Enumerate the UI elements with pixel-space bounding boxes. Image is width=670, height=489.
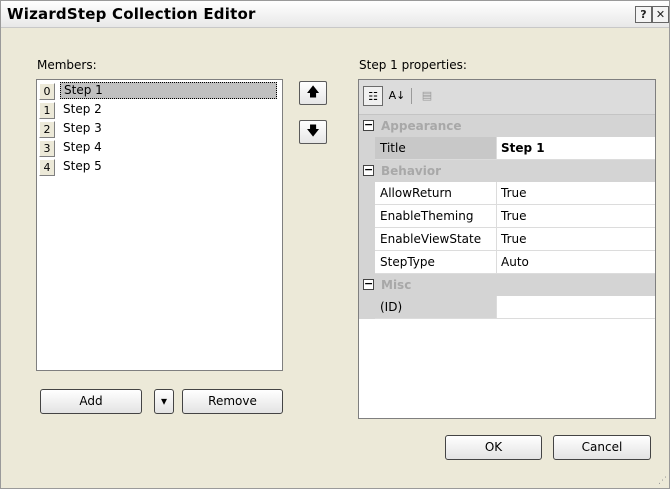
- list-item[interactable]: 0 Step 1: [39, 82, 279, 100]
- category-label: Appearance: [381, 119, 462, 133]
- property-row-enableviewstate[interactable]: EnableViewState True: [359, 228, 655, 251]
- property-value[interactable]: True: [498, 182, 655, 204]
- property-row-enabletheming[interactable]: EnableTheming True: [359, 205, 655, 228]
- ok-button[interactable]: OK: [445, 435, 542, 460]
- list-item-label: Step 2: [63, 102, 102, 116]
- property-row-title[interactable]: Title Step 1: [359, 137, 655, 160]
- category-appearance[interactable]: − Appearance: [359, 115, 655, 137]
- category-label: Behavior: [381, 164, 442, 178]
- toolbar-separator: [411, 88, 412, 104]
- list-item[interactable]: 4 Step 5: [39, 158, 279, 176]
- collapse-icon[interactable]: −: [363, 119, 374, 131]
- list-item[interactable]: 1 Step 2: [39, 101, 279, 119]
- property-pages-icon[interactable]: ▤: [417, 86, 437, 106]
- list-item-index: 3: [39, 140, 55, 157]
- property-name: StepType: [375, 251, 497, 273]
- property-name: EnableViewState: [375, 228, 497, 250]
- list-item-index: 0: [39, 83, 55, 100]
- list-item-label: Step 1: [60, 82, 277, 99]
- categorized-icon[interactable]: ☷: [363, 86, 383, 106]
- property-grid-toolbar: ☷ A↓ ▤: [359, 80, 655, 115]
- property-value[interactable]: True: [498, 228, 655, 250]
- properties-label: Step 1 properties:: [359, 58, 467, 72]
- category-misc[interactable]: − Misc: [359, 274, 655, 296]
- title-bar: WizardStep Collection Editor ? ✕: [1, 1, 669, 28]
- property-row-steptype[interactable]: StepType Auto: [359, 251, 655, 274]
- list-item[interactable]: 2 Step 3: [39, 120, 279, 138]
- add-button[interactable]: Add: [40, 389, 142, 414]
- arrow-up-icon: 🡅: [306, 85, 320, 100]
- chevron-down-icon: ▾: [160, 394, 168, 408]
- property-name: EnableTheming: [375, 205, 497, 227]
- property-value[interactable]: Auto: [498, 251, 655, 273]
- category-behavior[interactable]: − Behavior: [359, 160, 655, 182]
- cancel-button[interactable]: Cancel: [553, 435, 651, 460]
- alphabetical-icon[interactable]: A↓: [387, 86, 407, 106]
- list-item-label: Step 5: [63, 159, 102, 173]
- move-down-button[interactable]: 🡇: [299, 120, 327, 144]
- collapse-icon[interactable]: −: [363, 164, 374, 176]
- property-name: AllowReturn: [375, 182, 497, 204]
- collection-editor-dialog: WizardStep Collection Editor ? ✕ Members…: [0, 0, 670, 489]
- add-dropdown-button[interactable]: ▾: [154, 389, 174, 414]
- list-item-label: Step 3: [63, 121, 102, 135]
- property-grid[interactable]: ☷ A↓ ▤ − Appearance Title Step 1 − Behav…: [358, 79, 656, 419]
- arrow-down-icon: 🡇: [306, 124, 320, 139]
- list-item-index: 1: [39, 102, 55, 119]
- move-up-button[interactable]: 🡅: [299, 81, 327, 105]
- list-item-index: 2: [39, 121, 55, 138]
- property-row-allowreturn[interactable]: AllowReturn True: [359, 182, 655, 205]
- resize-grip-icon[interactable]: ⋰: [658, 476, 667, 486]
- property-value[interactable]: Step 1: [498, 137, 655, 159]
- category-label: Misc: [381, 278, 412, 292]
- list-item-index: 4: [39, 159, 55, 176]
- list-item-label: Step 4: [63, 140, 102, 154]
- members-list[interactable]: 0 Step 1 1 Step 2 2 Step 3 3 Step 4 4 St…: [36, 79, 283, 371]
- collapse-icon[interactable]: −: [363, 278, 374, 290]
- property-value[interactable]: True: [498, 205, 655, 227]
- property-name: Title: [375, 137, 497, 159]
- property-value[interactable]: [498, 296, 655, 318]
- property-name: (ID): [375, 296, 497, 318]
- property-row-id[interactable]: (ID): [359, 296, 655, 319]
- window-title: WizardStep Collection Editor: [7, 5, 256, 23]
- remove-button[interactable]: Remove: [182, 389, 283, 414]
- help-button[interactable]: ?: [635, 6, 652, 23]
- members-label: Members:: [37, 58, 97, 72]
- list-item[interactable]: 3 Step 4: [39, 139, 279, 157]
- close-button[interactable]: ✕: [652, 6, 669, 23]
